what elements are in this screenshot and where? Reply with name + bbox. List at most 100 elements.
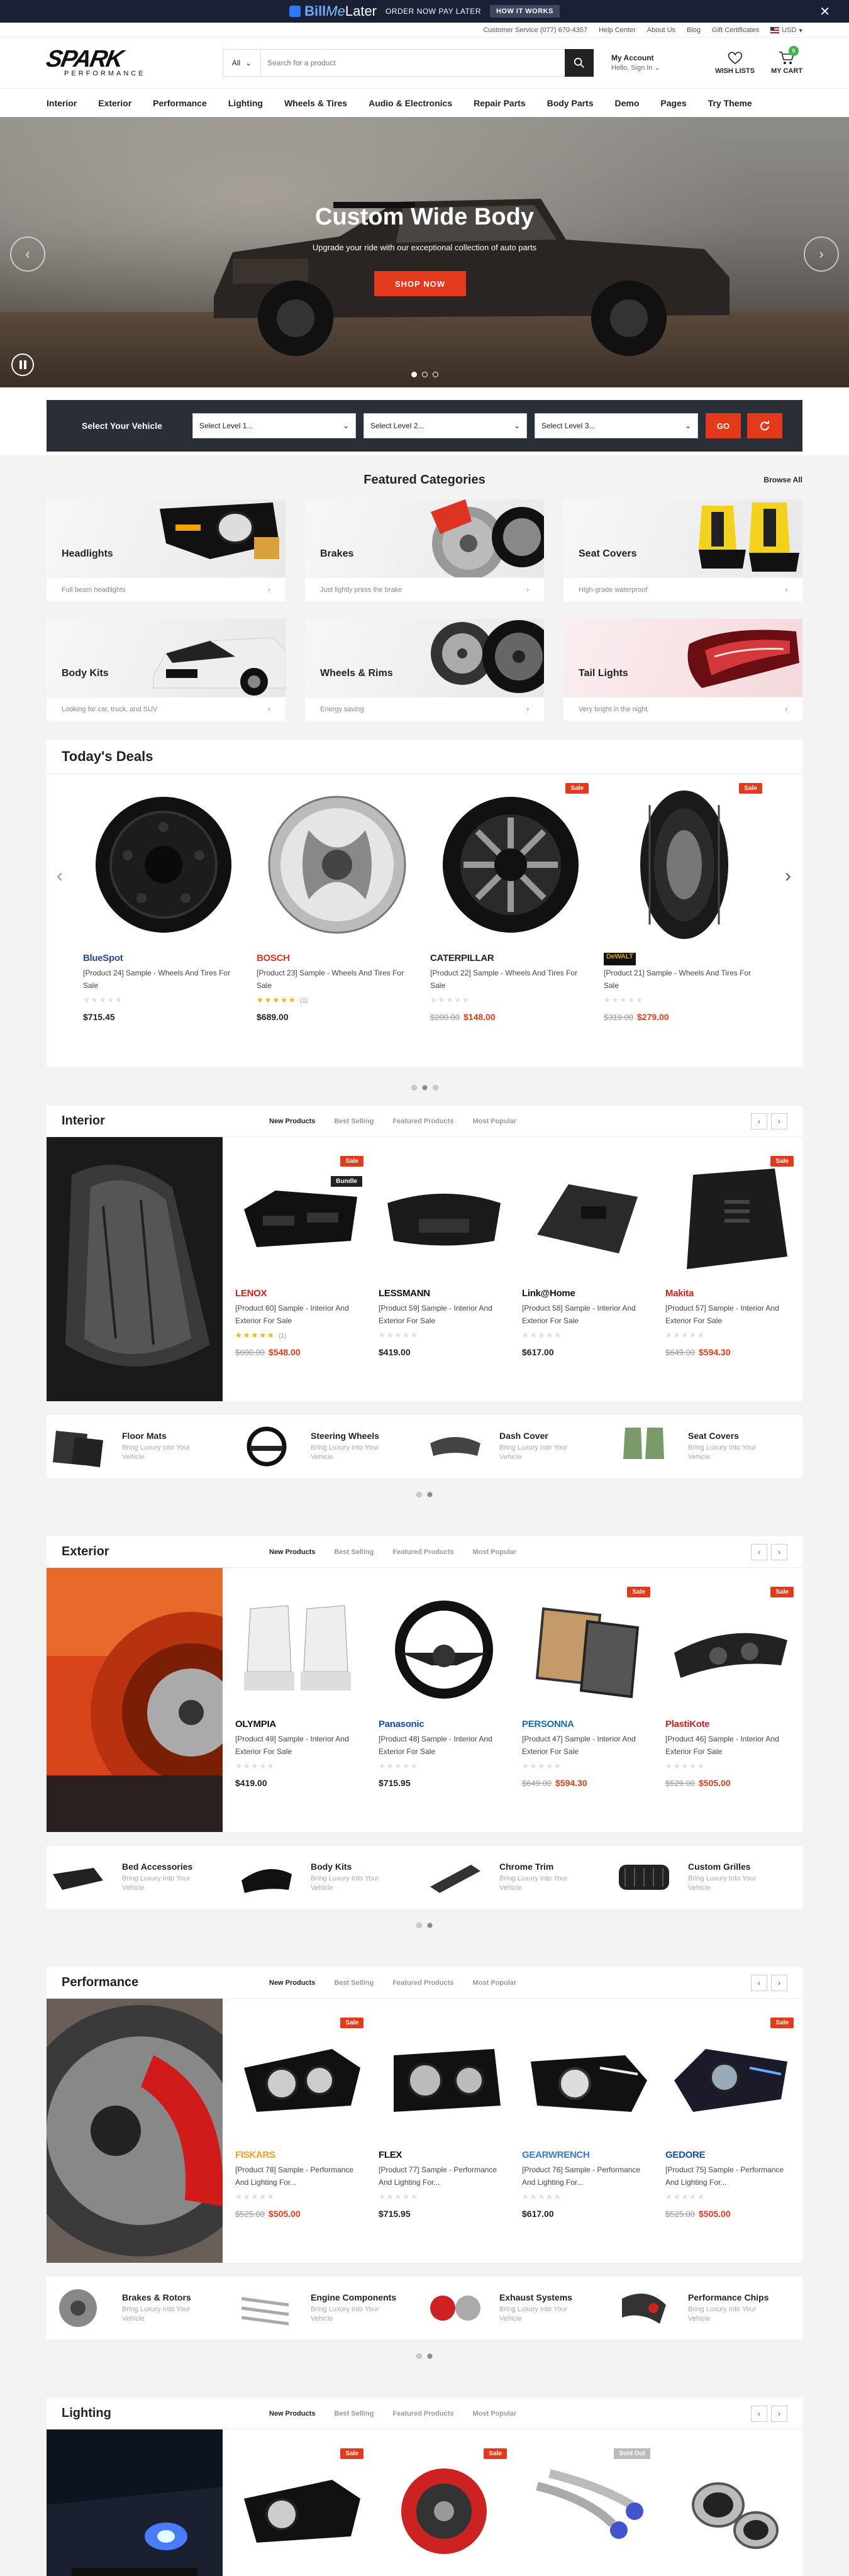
product-card[interactable]: FLEX [Product 77] Sample - Performance An…: [372, 2018, 516, 2263]
hero-dot[interactable]: [411, 372, 417, 377]
search-button[interactable]: [565, 49, 594, 77]
subcategory-item[interactable]: Bed Accessories Bring Luxury Into Your Ve…: [47, 1852, 235, 1902]
section-prev-icon[interactable]: ‹: [751, 1113, 767, 1130]
product-name[interactable]: [Product 59] Sample - Interior And Exter…: [379, 1302, 509, 1327]
nav-exterior[interactable]: Exterior: [98, 98, 131, 108]
product-card[interactable]: OLYMPIA [Product 49] Sample - Interior An…: [229, 1587, 372, 1832]
category-card-brakes[interactable]: Brakes Just lightly press the brake ›: [305, 499, 544, 601]
product-name[interactable]: [Product 48] Sample - Interior And Exter…: [379, 1733, 509, 1758]
hero-dot[interactable]: [421, 372, 428, 377]
section-prev-icon[interactable]: ‹: [751, 1543, 767, 1560]
tab-most-popular[interactable]: Most Popular: [473, 1548, 517, 1556]
subcategory-item[interactable]: Dash Cover Bring Luxury Into Your Vehicle: [424, 1421, 613, 1472]
nav-lighting[interactable]: Lighting: [228, 98, 263, 108]
tab-most-popular[interactable]: Most Popular: [473, 2410, 517, 2418]
section-prev-icon[interactable]: ‹: [751, 1974, 767, 1991]
search-category-select[interactable]: All ⌄: [223, 50, 261, 76]
carousel-dot[interactable]: [416, 1923, 422, 1928]
help-center-link[interactable]: Help Center: [599, 26, 636, 34]
product-card[interactable]: SaleHYUNDAI[Product 70] Sample -: [229, 2448, 372, 2576]
tab-new-products[interactable]: New Products: [269, 1548, 315, 1556]
level-3-select[interactable]: Select Level 3... ⌄: [535, 413, 698, 438]
deals-next-icon[interactable]: ›: [785, 865, 791, 887]
product-name[interactable]: [Product 24] Sample - Wheels And Tires F…: [83, 967, 244, 992]
subcategory-item[interactable]: Chrome Trim Bring Luxury Into Your Vehicl…: [424, 1852, 613, 1902]
product-name[interactable]: [Product 23] Sample - Wheels And Tires F…: [257, 967, 418, 992]
product-card[interactable]: Sale GEDORE [Product 75] Sample - Performa…: [659, 2018, 802, 2263]
tab-most-popular[interactable]: Most Popular: [473, 1118, 517, 1125]
subcategory-item[interactable]: Floor Mats Bring Luxury Into Your Vehicle: [47, 1421, 235, 1472]
nav-try-theme[interactable]: Try Theme: [708, 98, 752, 108]
section-next-icon[interactable]: ›: [771, 1974, 787, 1991]
about-us-link[interactable]: About Us: [647, 26, 675, 34]
tab-new-products[interactable]: New Products: [269, 1979, 315, 1987]
product-card[interactable]: Sale FISKARS [Product 78] Sample - Perform…: [229, 2018, 372, 2263]
nav-wheels-tires[interactable]: Wheels & Tires: [284, 98, 347, 108]
section-banner[interactable]: [47, 1568, 223, 1832]
blog-link[interactable]: Blog: [687, 26, 701, 34]
product-name[interactable]: [Product 57] Sample - Interior And Exter…: [665, 1302, 796, 1327]
currency-selector[interactable]: USD ▾: [770, 26, 802, 35]
tab-best-selling[interactable]: Best Selling: [334, 1118, 374, 1125]
reset-button[interactable]: [747, 413, 782, 438]
gift-certificates-link[interactable]: Gift Certificates: [712, 26, 759, 34]
product-name[interactable]: [Product 58] Sample - Interior And Exter…: [522, 1302, 653, 1327]
product-card[interactable]: Sale Bundle LENOX [Product 60] Sample - Int…: [229, 1156, 372, 1401]
subcategory-item[interactable]: Body Kits Bring Luxury Into Your Vehicle: [235, 1852, 424, 1902]
nav-interior[interactable]: Interior: [47, 98, 77, 108]
section-prev-icon[interactable]: ‹: [751, 2405, 767, 2422]
hero-next-arrow-icon[interactable]: ›: [804, 236, 839, 272]
carousel-dot[interactable]: [432, 1085, 438, 1091]
tab-best-selling[interactable]: Best Selling: [334, 1548, 374, 1556]
product-card[interactable]: Panasonic [Product 48] Sample - Interior …: [372, 1587, 516, 1832]
tab-best-selling[interactable]: Best Selling: [334, 2410, 374, 2418]
subcategory-item[interactable]: Engine Components Bring Luxury Into Your …: [235, 2283, 424, 2333]
carousel-dot[interactable]: [411, 1085, 417, 1091]
carousel-dot[interactable]: [427, 2353, 433, 2359]
product-name[interactable]: [Product 76] Sample - Performance And Li…: [522, 2163, 653, 2189]
product-card[interactable]: MILWAUKEE[Product 67] Sample -: [659, 2448, 802, 2576]
product-card[interactable]: Link@Home [Product 58] Sample - Interior …: [516, 1156, 659, 1401]
tab-best-selling[interactable]: Best Selling: [334, 1979, 374, 1987]
nav-performance[interactable]: Performance: [153, 98, 207, 108]
carousel-dot[interactable]: [421, 1085, 428, 1091]
product-card[interactable]: LESSMANN [Product 59] Sample - Interior A…: [372, 1156, 516, 1401]
go-button[interactable]: GO: [706, 413, 741, 438]
nav-repair-parts[interactable]: Repair Parts: [474, 98, 525, 108]
level-2-select[interactable]: Select Level 2... ⌄: [363, 413, 527, 438]
account-menu[interactable]: My Account Hello, Sign In ⌄: [611, 53, 660, 73]
product-card[interactable]: Sale PERSONNA [Product 47] Sample - Interi…: [516, 1587, 659, 1832]
section-banner[interactable]: [47, 2429, 223, 2576]
browse-all-link[interactable]: Browse All: [763, 475, 802, 484]
search-input[interactable]: [261, 50, 565, 76]
shop-now-button[interactable]: SHOP NOW: [374, 271, 466, 296]
subcategory-item[interactable]: Brakes & Rotors Bring Luxury Into Your Ve…: [47, 2283, 235, 2333]
subcategory-item[interactable]: Exhaust Systems Bring Luxury Into Your Ve…: [424, 2283, 613, 2333]
category-card-headlights[interactable]: Headlights Full beam headlights ›: [47, 499, 286, 601]
product-card[interactable]: BOSCH [Product 23] Sample - Wheels And T…: [250, 783, 424, 1022]
product-card[interactable]: GEARWRENCH [Product 76] Sample - Performa…: [516, 2018, 659, 2263]
tab-featured-products[interactable]: Featured Products: [392, 2410, 453, 2418]
product-card[interactable]: SaleHillbruck[Product 69] Sample -: [372, 2448, 516, 2576]
product-name[interactable]: [Product 78] Sample - Performance And Li…: [235, 2163, 366, 2189]
category-card-tail-lights[interactable]: Tail Lights Very bright in the night ›: [563, 619, 802, 721]
section-next-icon[interactable]: ›: [771, 1543, 787, 1560]
carousel-dot[interactable]: [427, 1923, 433, 1928]
category-card-wheels-rims[interactable]: Wheels & Rims Energy saving ›: [305, 619, 544, 721]
nav-pages[interactable]: Pages: [660, 98, 686, 108]
wish-list-button[interactable]: WISH LISTS: [715, 51, 755, 75]
product-name[interactable]: [Product 77] Sample - Performance And Li…: [379, 2163, 509, 2189]
subcategory-item[interactable]: Seat Covers Bring Luxury Into Your Vehicl…: [613, 1421, 801, 1472]
category-card-seat-covers[interactable]: Seat Covers High-grade waterproof ›: [563, 499, 802, 601]
deals-prev-icon[interactable]: ‹: [57, 865, 63, 887]
nav-demo[interactable]: Demo: [615, 98, 640, 108]
customer-service-link[interactable]: Customer Service (077) 670-4357: [483, 26, 587, 34]
product-name[interactable]: [Product 46] Sample - Interior And Exter…: [665, 1733, 796, 1758]
how-it-works-button[interactable]: HOW IT WORKS: [489, 5, 560, 18]
tab-new-products[interactable]: New Products: [269, 1118, 315, 1125]
hero-prev-arrow-icon[interactable]: ‹: [10, 236, 45, 272]
product-name[interactable]: [Product 47] Sample - Interior And Exter…: [522, 1733, 653, 1758]
carousel-dot[interactable]: [416, 2353, 422, 2359]
section-banner[interactable]: [47, 1999, 223, 2263]
section-banner[interactable]: [47, 1137, 223, 1401]
